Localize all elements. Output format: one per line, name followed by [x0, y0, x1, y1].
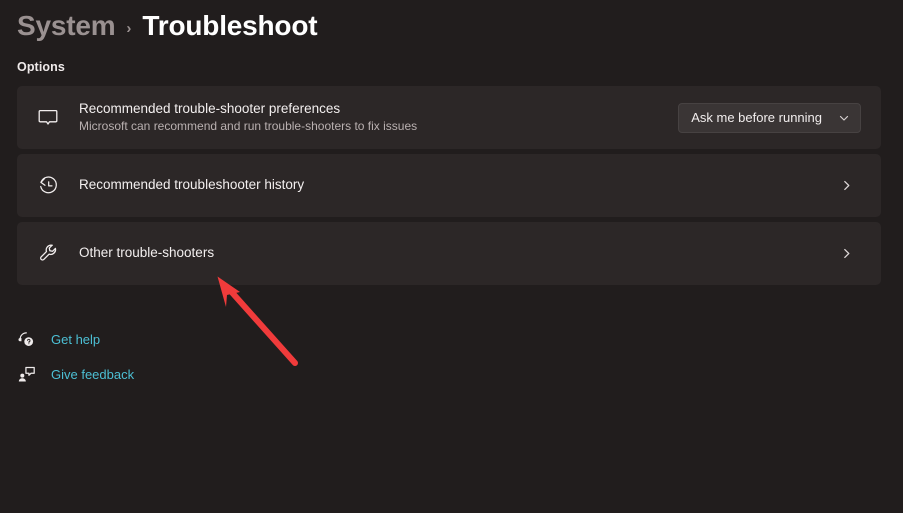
give-feedback-label: Give feedback — [51, 366, 135, 382]
history-clock-icon — [17, 174, 79, 197]
card-title: Other trouble-shooters — [79, 245, 215, 261]
help-headset-icon — [17, 330, 51, 349]
chevron-right-icon[interactable] — [831, 179, 861, 192]
card-text-block: Other trouble-shooters — [79, 245, 831, 262]
card-title: Recommended trouble-shooter preferences — [79, 100, 341, 116]
page-title: Troubleshoot — [142, 10, 318, 41]
card-text-block: Recommended trouble-shooter preferences … — [79, 101, 678, 135]
red-arrow-icon — [217, 276, 298, 366]
card-title: Recommended troubleshooter history — [79, 177, 305, 193]
breadcrumb-separator-icon: › — [126, 19, 132, 37]
footer-links: Get help Give feedback — [17, 328, 134, 385]
card-control — [831, 247, 869, 260]
card-control: Ask me before running — [678, 102, 869, 133]
wrench-icon — [17, 242, 79, 265]
chevron-right-icon[interactable] — [831, 247, 861, 260]
card-control — [831, 179, 869, 192]
give-feedback-link[interactable]: Give feedback — [17, 363, 134, 385]
card-recommended-troubleshooter-history[interactable]: Recommended troubleshooter history — [17, 154, 881, 217]
options-list: Recommended trouble-shooter preferences … — [17, 86, 881, 285]
get-help-label: Get help — [51, 331, 101, 347]
card-recommended-troubleshooter-preferences[interactable]: Recommended trouble-shooter preferences … — [17, 86, 881, 149]
card-subtitle: Microsoft can recommend and run trouble-… — [79, 119, 418, 134]
section-label-options: Options — [17, 60, 65, 74]
get-help-link[interactable]: Get help — [17, 328, 134, 350]
card-text-block: Recommended troubleshooter history — [79, 177, 831, 194]
card-other-troubleshooters[interactable]: Other trouble-shooters — [17, 222, 881, 285]
speech-bubble-icon — [17, 107, 79, 129]
breadcrumb: System › Troubleshoot — [17, 6, 318, 46]
breadcrumb-parent-system[interactable]: System — [17, 10, 116, 42]
recommendation-mode-dropdown[interactable]: Ask me before running — [678, 102, 861, 133]
feedback-person-icon — [17, 365, 51, 384]
chevron-down-icon — [838, 112, 850, 124]
dropdown-selected-value: Ask me before running — [691, 110, 822, 125]
